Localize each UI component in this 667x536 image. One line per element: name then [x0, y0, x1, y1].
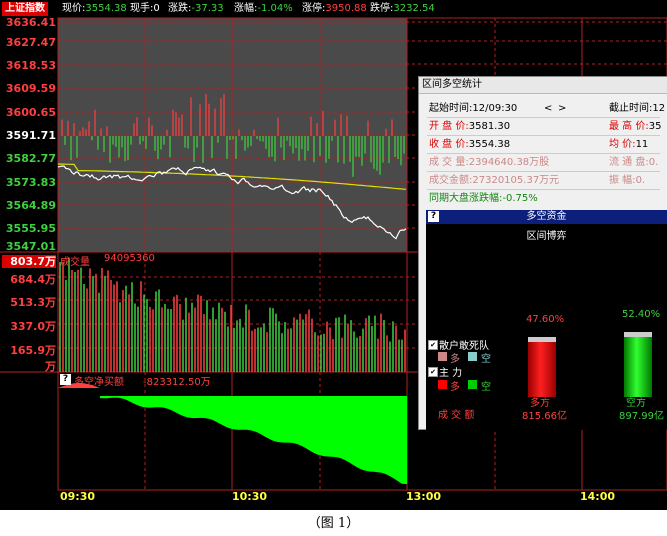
price-axis-label: 3573.83 — [5, 176, 56, 189]
capital-panel-subtitle: 区间博弈 — [526, 231, 567, 242]
volume-label: 成 交 量: — [429, 157, 469, 168]
market-change-value: -0.75% — [502, 193, 538, 204]
net-buy-value: -823312.50万 — [143, 377, 211, 388]
next-interval-button[interactable]: > — [558, 101, 566, 116]
price-axis-label: 3591.71 — [5, 129, 56, 142]
price-axis-label: 3555.95 — [5, 222, 56, 235]
main-long-swatch — [438, 380, 447, 389]
avg-price-value: 11 — [635, 139, 649, 150]
main-long-label: 多 — [450, 382, 460, 393]
help-icon[interactable]: ? — [428, 211, 439, 222]
start-time-label: 起始时间: — [429, 103, 473, 114]
short-capital-bar — [624, 332, 652, 397]
amplitude-value: 0. — [635, 175, 646, 186]
price-axis-label: 3618.53 — [5, 59, 56, 72]
amplitude-label: 振 幅: — [609, 175, 636, 186]
price-axis-label: 3600.65 — [5, 106, 56, 119]
time-axis-label: 14:00 — [580, 490, 616, 503]
price-axis-label: 3636.41 — [5, 16, 56, 29]
price-axis-label: 3547.01 — [5, 240, 56, 253]
open-price-label: 开 盘 价: — [429, 121, 469, 132]
divider — [427, 189, 660, 190]
price-axis-label: 3609.59 — [5, 82, 56, 95]
high-price-value: 35 — [648, 121, 662, 132]
amount-row-label: 成 交 额 — [438, 410, 475, 421]
volume-value: 2394640.38万股 — [468, 157, 550, 168]
price-axis-label: 3564.89 — [5, 199, 56, 212]
amount-label: 成交金额: — [429, 175, 473, 186]
main-short-swatch — [468, 380, 477, 389]
main-force-label: 主 力 — [439, 368, 463, 379]
capital-panel-title: 多空资金 — [526, 211, 567, 222]
divider — [427, 135, 660, 136]
amount-value: 27320105.37万元 — [472, 175, 560, 186]
retail-checkbox[interactable]: ✔ — [428, 340, 438, 350]
divider — [427, 153, 660, 154]
net-buy-panel-title: 多空净买额 — [74, 377, 124, 388]
market-change-label: 同期大盘涨跌幅: — [429, 193, 503, 204]
volume-axis-label: 684.4万 — [10, 273, 56, 286]
main-short-label: 空 — [481, 382, 491, 393]
retail-short-label: 空 — [481, 354, 491, 365]
price-axis-label: 3582.77 — [5, 152, 56, 165]
start-time-value: 12/09:30 — [472, 103, 518, 114]
interval-stats-titlebar[interactable]: 区间多空统计 — [419, 77, 667, 94]
volume-axis-label: 万 — [45, 360, 56, 373]
prev-interval-button[interactable]: < — [544, 101, 552, 116]
open-price-value: 3581.30 — [468, 121, 511, 132]
time-axis-label: 09:30 — [60, 490, 96, 503]
capital-panel-header[interactable]: ? 多空资金 — [426, 210, 667, 224]
capital-panel: 区间博弈 ✔ 散户敢死队 多 空 ✔ 主 力 多 空 成 交 额 47.60% … — [426, 224, 667, 430]
short-amount: 897.99亿 — [619, 411, 664, 422]
volume-total: 94095360 — [104, 253, 155, 264]
time-axis-label: 13:00 — [406, 490, 442, 503]
volume-axis-top-label: 803.7万 — [2, 255, 56, 268]
retail-long-label: 多 — [450, 354, 460, 365]
divider — [427, 117, 660, 118]
volume-panel-title: 成交量 — [60, 257, 90, 268]
main-force-checkbox[interactable]: ✔ — [428, 367, 438, 377]
long-amount: 815.66亿 — [522, 411, 567, 422]
retail-short-swatch — [468, 352, 477, 361]
volume-axis-label: 513.3万 — [10, 296, 56, 309]
divider — [427, 171, 660, 172]
intraday-chart-window: 上证指数 现价:3554.38 现手:0 涨跌:-37.33 涨幅:-1.04%… — [0, 0, 667, 510]
help-icon[interactable]: ? — [60, 374, 71, 385]
short-pct-label: 52.40% — [622, 309, 661, 320]
float-shares-label: 流 通 盘: — [609, 157, 649, 168]
long-capital-bar — [528, 337, 556, 397]
close-price-value: 3554.38 — [468, 139, 511, 150]
close-price-label: 收 盘 价: — [429, 139, 469, 150]
avg-price-label: 均 价: — [609, 139, 636, 150]
figure-caption: （图 1） — [307, 516, 360, 531]
high-price-label: 最 高 价: — [609, 121, 649, 132]
volume-axis-label: 165.9万 — [10, 344, 56, 357]
price-axis-label: 3627.47 — [5, 36, 56, 49]
net-buy-negative-area — [100, 388, 407, 484]
float-shares-value: 0. — [648, 157, 659, 168]
time-axis-label: 10:30 — [232, 490, 268, 503]
retail-long-swatch — [438, 352, 447, 361]
end-time-value: 12 — [652, 103, 666, 114]
long-pct-label: 47.60% — [526, 314, 565, 325]
volume-axis-label: 337.0万 — [10, 320, 56, 333]
end-time-label: 截止时间: — [609, 103, 653, 114]
